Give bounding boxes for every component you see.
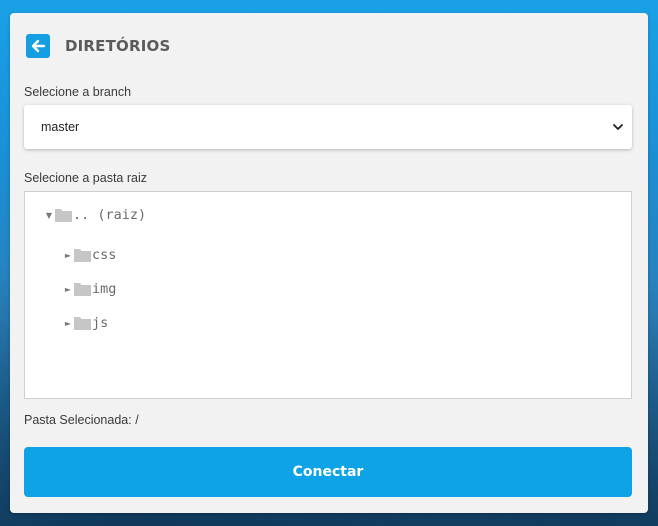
panel-header: DIRETÓRIOS: [26, 34, 171, 58]
tree-node-img[interactable]: ► img: [62, 280, 116, 298]
tree-node-label: img: [92, 281, 117, 297]
chevron-down-icon: [613, 124, 623, 130]
collapse-arrow-icon[interactable]: ►: [62, 314, 74, 332]
collapse-arrow-icon[interactable]: ►: [62, 246, 74, 264]
directories-panel: DIRETÓRIOS Selecione a branch master Sel…: [10, 13, 648, 513]
arrow-left-icon: [31, 39, 46, 53]
tree-node-label: .. (raiz): [73, 207, 147, 223]
connect-button[interactable]: Conectar: [24, 447, 632, 497]
branch-select-value: master: [41, 120, 80, 134]
tree-node-root[interactable]: ▼ .. (raiz): [43, 206, 146, 224]
back-button[interactable]: [26, 34, 50, 58]
folder-icon: [55, 206, 72, 224]
tree-node-label: css: [92, 247, 117, 263]
connect-button-label: Conectar: [292, 464, 364, 480]
expand-arrow-icon[interactable]: ▼: [43, 206, 55, 224]
folder-label: Selecione a pasta raiz: [24, 171, 147, 185]
tree-node-js[interactable]: ► js: [62, 314, 108, 332]
page-title: DIRETÓRIOS: [65, 37, 171, 55]
folder-icon: [74, 246, 91, 264]
tree-node-css[interactable]: ► css: [62, 246, 116, 264]
branch-select[interactable]: master: [24, 105, 632, 149]
folder-icon: [74, 314, 91, 332]
folder-tree[interactable]: ▼ .. (raiz) ► css ► img ► js: [24, 191, 632, 399]
branch-label: Selecione a branch: [24, 85, 132, 99]
tree-node-label: js: [92, 315, 109, 331]
folder-icon: [74, 280, 91, 298]
collapse-arrow-icon[interactable]: ►: [62, 280, 74, 298]
selected-folder-text: Pasta Selecionada: /: [24, 413, 139, 427]
